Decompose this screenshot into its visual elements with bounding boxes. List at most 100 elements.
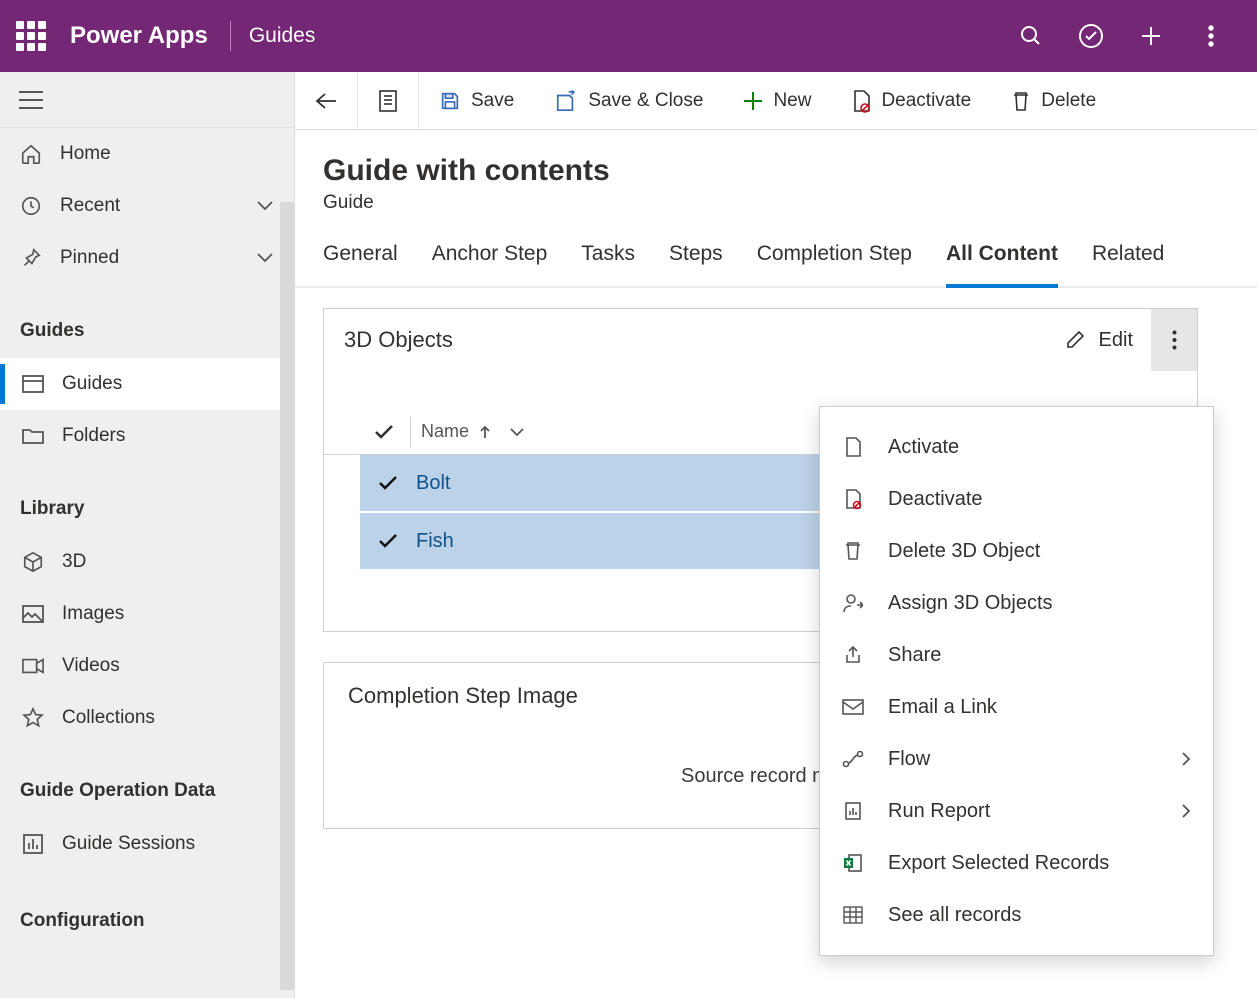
chevron-right-icon — [1181, 751, 1191, 767]
subgrid-title: 3D Objects — [344, 327, 453, 353]
sidebar: Home Recent Pinned — [0, 72, 295, 998]
sidebar-toggle-icon[interactable] — [18, 90, 44, 110]
subgrid-edit-label: Edit — [1099, 329, 1133, 352]
chevron-right-icon — [1181, 803, 1191, 819]
form-selector-icon[interactable] — [358, 72, 418, 130]
sidebar-item-folders[interactable]: Folders — [0, 410, 294, 462]
cell-name[interactable]: Fish — [408, 530, 454, 553]
sidebar-item-guides[interactable]: Guides — [0, 358, 294, 410]
tab-completion-step[interactable]: Completion Step — [757, 242, 912, 286]
ctx-activate[interactable]: Activate — [820, 421, 1213, 473]
add-icon[interactable] — [1121, 0, 1181, 72]
app-name-label: Guides — [249, 24, 316, 48]
trash-icon — [842, 541, 864, 561]
report-icon — [842, 801, 864, 821]
ctx-export-selected[interactable]: Export Selected Records — [820, 837, 1213, 889]
document-icon — [842, 436, 864, 458]
excel-icon — [842, 853, 864, 873]
ctx-share[interactable]: Share — [820, 629, 1213, 681]
ctx-see-all[interactable]: See all records — [820, 889, 1213, 941]
tab-all-content[interactable]: All Content — [946, 242, 1058, 288]
subgrid-more-icon[interactable] — [1151, 309, 1197, 371]
page-title: Guide with contents — [323, 154, 1229, 188]
sidebar-item-label: Recent — [60, 195, 120, 217]
delete-button[interactable]: Delete — [991, 72, 1116, 130]
home-icon — [20, 143, 42, 165]
cell-name[interactable]: Bolt — [408, 472, 450, 495]
sidebar-item-collections[interactable]: Collections — [0, 692, 294, 744]
tab-steps[interactable]: Steps — [669, 242, 723, 286]
commandbar-more-icon[interactable] — [1122, 72, 1162, 130]
task-checker-icon[interactable] — [1061, 0, 1121, 72]
new-button[interactable]: New — [723, 72, 831, 130]
deactivate-label: Deactivate — [881, 90, 971, 112]
person-icon — [842, 593, 864, 613]
delete-label: Delete — [1041, 90, 1096, 112]
ctx-label: Run Report — [888, 800, 990, 823]
sidebar-item-label: Guides — [62, 373, 122, 395]
form-tabs: General Anchor Step Tasks Steps Completi… — [295, 214, 1257, 288]
sidebar-item-recent[interactable]: Recent — [0, 180, 294, 232]
ctx-flow[interactable]: Flow — [820, 733, 1213, 785]
ctx-label: Share — [888, 644, 941, 667]
ctx-email-link[interactable]: Email a Link — [820, 681, 1213, 733]
share-icon — [842, 645, 864, 665]
pin-icon — [20, 247, 42, 269]
app-launcher-icon[interactable] — [16, 21, 46, 51]
ctx-assign[interactable]: Assign 3D Objects — [820, 577, 1213, 629]
trash-icon — [1011, 90, 1031, 112]
sidebar-item-images[interactable]: Images — [0, 588, 294, 640]
scrollbar[interactable] — [280, 202, 294, 990]
cube-icon — [22, 551, 44, 573]
ctx-label: See all records — [888, 904, 1021, 927]
save-close-button[interactable]: Save & Close — [534, 72, 723, 130]
flow-icon — [842, 750, 864, 768]
sidebar-item-pinned[interactable]: Pinned — [0, 232, 294, 284]
ctx-label: Export Selected Records — [888, 852, 1109, 875]
ctx-run-report[interactable]: Run Report — [820, 785, 1213, 837]
back-button[interactable] — [295, 72, 357, 130]
header-more-icon[interactable] — [1181, 0, 1241, 72]
select-all-check-icon[interactable] — [368, 424, 400, 440]
image-icon — [22, 605, 44, 623]
ctx-deactivate[interactable]: Deactivate — [820, 473, 1213, 525]
tab-general[interactable]: General — [323, 242, 398, 286]
search-icon[interactable] — [1001, 0, 1061, 72]
tab-anchor-step[interactable]: Anchor Step — [432, 242, 548, 286]
chevron-down-icon[interactable] — [509, 427, 525, 437]
sidebar-item-label: Images — [62, 603, 124, 625]
sidebar-section-library: Library — [0, 482, 294, 536]
row-check-icon[interactable] — [368, 533, 408, 549]
sidebar-item-label: Pinned — [60, 247, 119, 269]
sidebar-section-opdata: Guide Operation Data — [0, 764, 294, 818]
entity-label: Guide — [323, 192, 1229, 214]
sidebar-item-videos[interactable]: Videos — [0, 640, 294, 692]
chart-icon — [22, 834, 44, 854]
plus-icon — [743, 91, 763, 111]
sidebar-item-home[interactable]: Home — [0, 128, 294, 180]
row-check-icon[interactable] — [368, 475, 408, 491]
pencil-icon — [1065, 330, 1085, 350]
subgrid-edit-button[interactable]: Edit — [1057, 329, 1141, 352]
deactivate-button[interactable]: Deactivate — [831, 72, 991, 130]
sidebar-item-label: Collections — [62, 707, 155, 729]
mail-icon — [842, 699, 864, 715]
save-button[interactable]: Save — [419, 72, 534, 130]
context-menu: Activate Deactivate Delete 3D Object Ass… — [819, 406, 1214, 956]
global-header: Power Apps Guides — [0, 0, 1257, 72]
save-close-icon — [554, 90, 578, 112]
ctx-label: Email a Link — [888, 696, 997, 719]
clock-icon — [20, 195, 42, 217]
tab-tasks[interactable]: Tasks — [581, 242, 635, 286]
folder-icon — [22, 427, 44, 445]
sidebar-item-guide-sessions[interactable]: Guide Sessions — [0, 818, 294, 870]
sidebar-item-3d[interactable]: 3D — [0, 536, 294, 588]
tab-related[interactable]: Related — [1092, 242, 1164, 286]
sidebar-item-label: Home — [60, 143, 111, 165]
sidebar-item-label: 3D — [62, 551, 86, 573]
deactivate-icon — [842, 488, 864, 510]
ctx-delete[interactable]: Delete 3D Object — [820, 525, 1213, 577]
command-bar: Save Save & Close New Deactivate — [295, 72, 1257, 130]
star-icon — [22, 707, 44, 729]
chevron-down-icon — [256, 200, 274, 212]
